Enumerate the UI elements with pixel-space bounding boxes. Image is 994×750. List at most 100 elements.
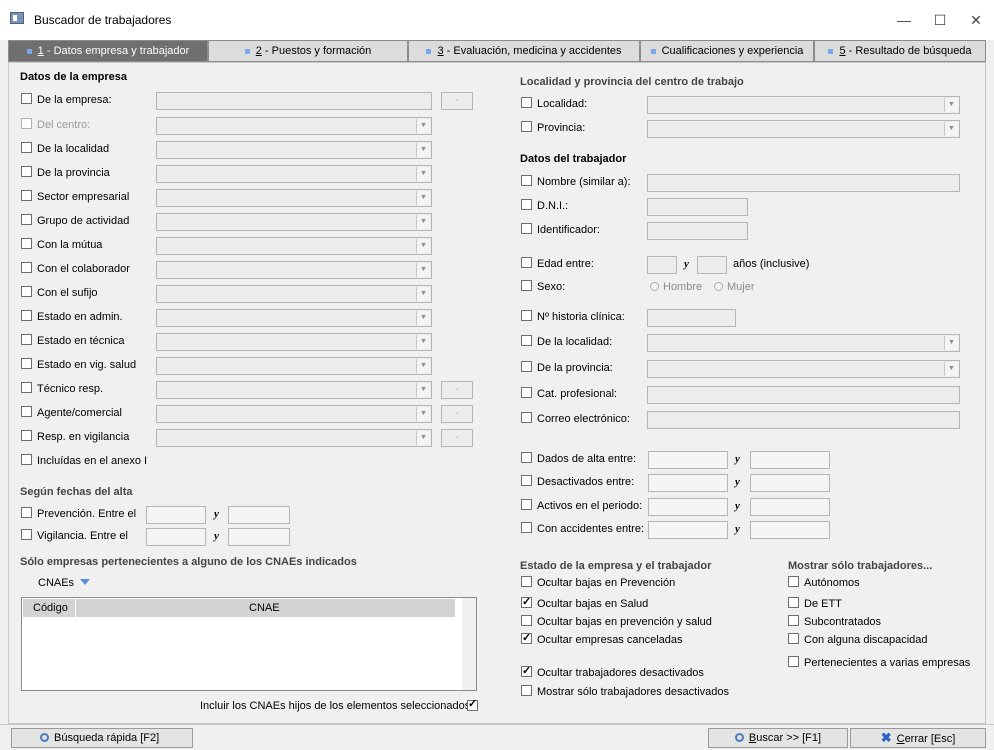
checkbox[interactable] xyxy=(21,382,32,393)
empresa-filter-row[interactable]: De la empresa: xyxy=(21,92,112,108)
minimize-button[interactable]: — xyxy=(890,8,918,32)
desactivados-range-from-field[interactable] xyxy=(648,474,728,492)
estado-option[interactable]: Ocultar bajas en Prevención xyxy=(521,575,675,591)
trab-localidad-checkbox-row[interactable]: De la localidad: xyxy=(521,334,612,350)
checkbox[interactable] xyxy=(521,594,532,610)
empresa-filter-select[interactable]: ▼ xyxy=(156,357,432,375)
checkbox[interactable] xyxy=(21,238,32,249)
empresa-filter-select[interactable]: ▼ xyxy=(156,405,432,423)
cat-field[interactable] xyxy=(647,386,960,404)
checkbox[interactable] xyxy=(521,685,532,696)
chevron-down-icon[interactable]: ▼ xyxy=(944,98,958,112)
empresa-filter-select[interactable]: ▼ xyxy=(156,333,432,351)
checkbox[interactable] xyxy=(21,454,32,465)
mostrar-option[interactable]: Autónomos xyxy=(788,575,860,591)
historia-field[interactable] xyxy=(647,309,736,327)
checkbox[interactable] xyxy=(788,576,799,587)
accidentes-range-to-field[interactable] xyxy=(750,521,830,539)
desactivados-range-to-field[interactable] xyxy=(750,474,830,492)
alta-range-to-field[interactable] xyxy=(750,451,830,469)
checkbox[interactable] xyxy=(521,499,532,510)
checkbox[interactable] xyxy=(521,257,532,268)
edad-checkbox-row[interactable]: Edad entre: xyxy=(521,256,594,272)
tab-puestos-formacion[interactable]: 2 - Puestos y formación xyxy=(208,40,408,62)
empresa-filter-select[interactable]: ▼ xyxy=(156,285,432,303)
checkbox[interactable] xyxy=(521,280,532,291)
close-window-button[interactable]: ✕ xyxy=(962,8,990,32)
desactivados-range-checkbox-row[interactable]: Desactivados entre: xyxy=(521,474,634,490)
lookup-button[interactable]: ▫ xyxy=(441,429,473,447)
edad-to-field[interactable] xyxy=(697,256,727,274)
tab-resultado[interactable]: 5 - Resultado de búsqueda xyxy=(814,40,986,62)
checkbox[interactable] xyxy=(521,452,532,463)
chevron-down-icon[interactable]: ▼ xyxy=(416,263,430,277)
nombre-checkbox-row[interactable]: Nombre (similar a): xyxy=(521,174,631,190)
correo-checkbox-row[interactable]: Correo electrónico: xyxy=(521,411,630,427)
trab-localidad-select[interactable]: ▼ xyxy=(647,334,960,352)
tab-evaluacion[interactable]: 3 - Evaluación, medicina y accidentes xyxy=(408,40,640,62)
checkbox[interactable] xyxy=(21,406,32,417)
chevron-down-icon[interactable]: ▼ xyxy=(944,336,958,350)
checkbox[interactable] xyxy=(21,286,32,297)
lookup-button[interactable]: ▫ xyxy=(441,92,473,110)
empresa-filter-select[interactable]: ▼ xyxy=(156,189,432,207)
empresa-filter-row[interactable]: Incluídas en el anexo I xyxy=(21,453,147,469)
checkbox[interactable] xyxy=(521,175,532,186)
checkbox[interactable] xyxy=(21,214,32,225)
localidad-select[interactable]: ▼ xyxy=(647,96,960,114)
empresa-filter-row[interactable]: De la localidad xyxy=(21,141,109,157)
checkbox[interactable] xyxy=(521,522,532,533)
chevron-down-icon[interactable]: ▼ xyxy=(944,362,958,376)
vigilancia-to-field[interactable] xyxy=(228,528,290,546)
chevron-down-icon[interactable]: ▼ xyxy=(416,335,430,349)
empresa-filter-select[interactable]: ▼ xyxy=(156,213,432,231)
checkbox[interactable] xyxy=(21,190,32,201)
close-button[interactable]: ✖ Cerrar [Esc] xyxy=(850,728,986,748)
checkbox[interactable] xyxy=(21,118,32,129)
checkbox[interactable] xyxy=(521,615,532,626)
include-children-checkbox[interactable] xyxy=(467,697,483,713)
radio-icon[interactable] xyxy=(714,282,723,291)
empresa-filter-row[interactable]: Agente/comercial xyxy=(21,405,122,421)
empresa-filter-row[interactable]: Estado en vig. salud xyxy=(21,357,136,373)
checkbox[interactable] xyxy=(21,262,32,273)
tab-cualificaciones[interactable]: Cualificaciones y experiencia xyxy=(640,40,814,62)
checkbox[interactable] xyxy=(21,430,32,441)
empresa-filter-row[interactable]: Resp. en vigilancia xyxy=(21,429,129,445)
chevron-down-icon[interactable]: ▼ xyxy=(416,215,430,229)
chevron-down-icon[interactable]: ▼ xyxy=(416,191,430,205)
checkbox[interactable] xyxy=(521,223,532,234)
column-cnae[interactable]: CNAE xyxy=(249,599,280,617)
dni-field[interactable] xyxy=(647,198,748,216)
activos-range-checkbox-row[interactable]: Activos en el periodo: xyxy=(521,498,642,514)
empresa-filter-row[interactable]: Del centro: xyxy=(21,117,90,133)
column-codigo[interactable]: Código xyxy=(33,599,68,617)
hombre-radio[interactable]: Hombre xyxy=(650,279,702,295)
estado-option[interactable]: Mostrar sólo trabajadores desactivados xyxy=(521,684,729,700)
estado-option[interactable]: Ocultar trabajadores desactivados xyxy=(521,663,704,681)
chevron-down-icon[interactable]: ▼ xyxy=(416,407,430,421)
prevencion-from-field[interactable] xyxy=(146,506,206,524)
empresa-filter-select[interactable]: ▼ xyxy=(156,381,432,399)
checkbox[interactable] xyxy=(521,310,532,321)
empresa-filter-row[interactable]: Con el sufijo xyxy=(21,285,98,301)
checkbox[interactable] xyxy=(521,412,532,423)
empresa-filter-row[interactable]: Técnico resp. xyxy=(21,381,103,397)
checkbox[interactable] xyxy=(788,597,799,608)
vigilancia-from-field[interactable] xyxy=(146,528,206,546)
empresa-field[interactable] xyxy=(156,92,432,110)
estado-option[interactable]: Ocultar empresas canceladas xyxy=(521,630,683,648)
prevencion-to-field[interactable] xyxy=(228,506,290,524)
edad-from-field[interactable] xyxy=(647,256,677,274)
empresa-filter-row[interactable]: Estado en técnica xyxy=(21,333,124,349)
checkbox[interactable] xyxy=(21,142,32,153)
empresa-filter-select[interactable]: ▼ xyxy=(156,237,432,255)
chevron-down-icon[interactable]: ▼ xyxy=(416,311,430,325)
mostrar-option[interactable]: Con alguna discapacidad xyxy=(788,632,928,648)
checkbox[interactable] xyxy=(788,656,799,667)
radio-icon[interactable] xyxy=(650,282,659,291)
checkbox[interactable] xyxy=(521,475,532,486)
checkbox[interactable] xyxy=(521,97,532,108)
quick-search-button[interactable]: Búsqueda rápida [F2] xyxy=(11,728,193,748)
historia-checkbox-row[interactable]: Nº historia clínica: xyxy=(521,309,625,325)
